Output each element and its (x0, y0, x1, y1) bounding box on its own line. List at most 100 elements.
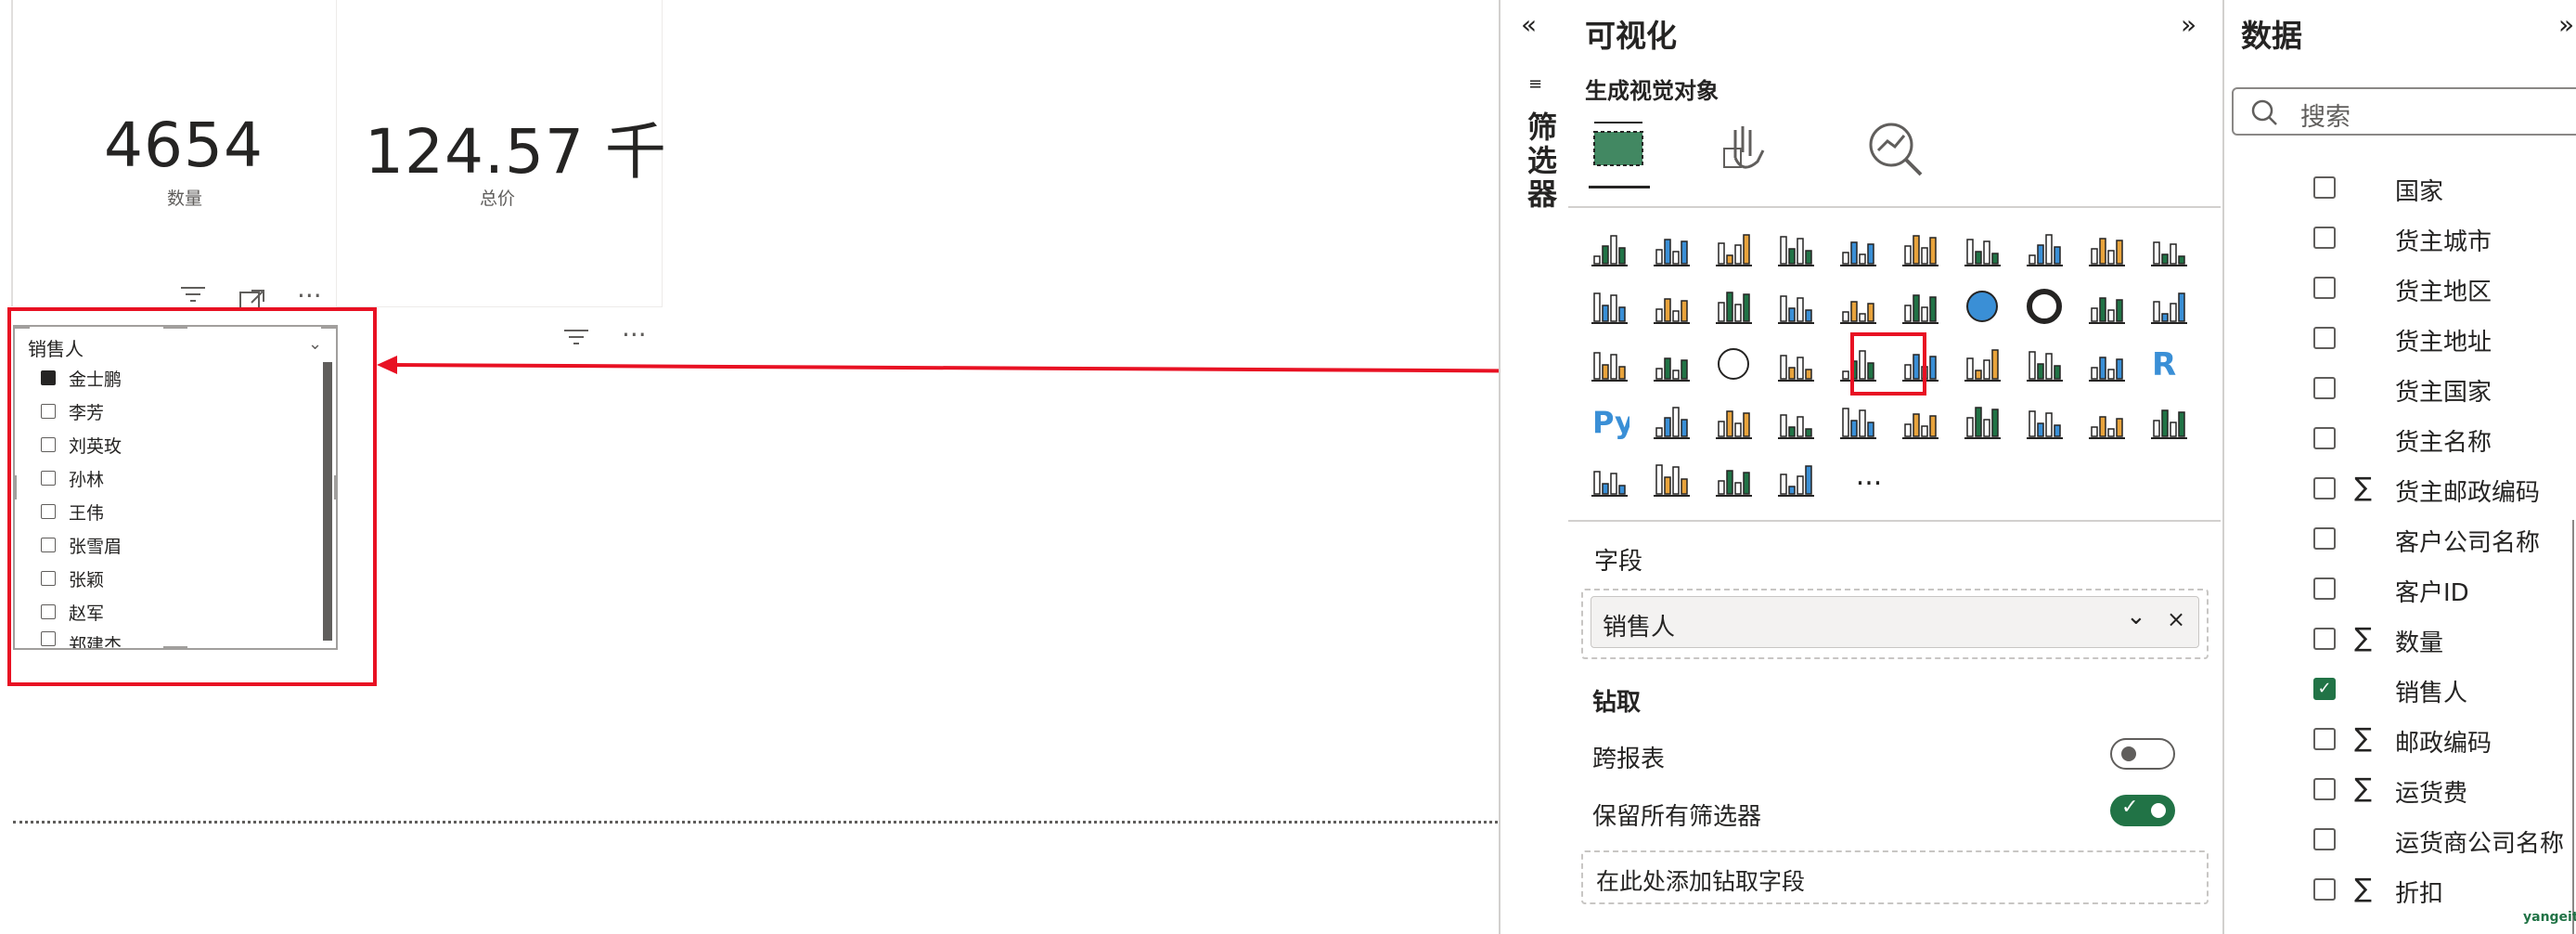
line-chart-icon[interactable] (1962, 228, 2003, 269)
format-visual-tab-icon[interactable] (1717, 121, 1772, 176)
field-name[interactable]: 邮政编码 (2395, 724, 2492, 759)
pie-chart-icon[interactable] (1962, 286, 2003, 327)
custom-visual-icon[interactable] (1589, 459, 1629, 499)
python-visual-icon[interactable]: Py (1589, 401, 1634, 442)
double-chevron-right-icon[interactable]: » (2181, 9, 2196, 40)
field-checkbox[interactable] (2313, 628, 2336, 650)
field-checkbox[interactable] (2313, 878, 2336, 901)
stacked-column-icon[interactable] (1651, 228, 1692, 269)
paginated-report-icon[interactable] (1962, 401, 2003, 442)
field-checkbox[interactable]: ✓ (2313, 678, 2336, 700)
field-name[interactable]: 运货费 (2395, 774, 2467, 809)
filters-label[interactable]: 筛选器 (1519, 111, 1562, 212)
clustered-bar-icon[interactable] (1713, 228, 1754, 269)
field-checkbox[interactable] (2313, 577, 2336, 600)
field-checkbox[interactable] (2313, 277, 2336, 299)
treemap-icon[interactable] (2086, 286, 2127, 327)
stacked-bar-icon[interactable] (1589, 228, 1629, 269)
key-influencers-icon[interactable] (1651, 401, 1692, 442)
chevron-down-icon[interactable]: ⌄ (2126, 603, 2146, 630)
field-name[interactable]: 数量 (2395, 624, 2443, 658)
build-visual-tab-icon[interactable] (1589, 119, 1650, 176)
qa-icon[interactable] (1775, 401, 1816, 442)
slicer-icon[interactable] (1962, 344, 2003, 384)
matrix-icon[interactable] (2086, 344, 2127, 384)
custom-visual-icon[interactable] (1651, 459, 1692, 499)
field-pill[interactable]: 销售人 ⌄ × (1591, 596, 2199, 648)
decomposition-tree-icon[interactable] (1713, 401, 1754, 442)
field-checkbox[interactable] (2313, 728, 2336, 750)
donut-chart-icon[interactable] (2024, 286, 2065, 327)
scatter-icon[interactable] (1900, 286, 1940, 327)
line-column-icon[interactable] (1589, 286, 1629, 327)
field-checkbox[interactable] (2313, 327, 2336, 349)
field-checkbox[interactable] (2313, 477, 2336, 499)
svg-text:Py: Py (1592, 405, 1629, 440)
power-automate-icon[interactable] (2086, 401, 2127, 442)
field-name[interactable]: 货主地址 (2395, 323, 2492, 357)
field-name[interactable]: 客户公司名称 (2395, 524, 2540, 558)
field-name[interactable]: 货主国家 (2395, 373, 2492, 408)
field-name[interactable]: 客户ID (2395, 574, 2469, 608)
arrowhead (377, 356, 397, 374)
ribbon-area-icon[interactable] (2148, 228, 2189, 269)
line-clustered-icon[interactable] (1651, 286, 1692, 327)
field-name[interactable]: 折扣 (2395, 875, 2443, 909)
drill-through-well[interactable]: 在此处添加钻取字段 (1581, 850, 2209, 904)
sigma-icon: ∑ (2354, 772, 2372, 803)
keep-all-filters-toggle[interactable]: ✓ (2110, 795, 2175, 826)
custom-visual-icon[interactable] (2148, 401, 2189, 442)
field-checkbox[interactable] (2313, 427, 2336, 449)
gauge-icon[interactable] (1713, 344, 1754, 384)
tab-underline (1589, 186, 1650, 188)
field-checkbox[interactable] (2313, 227, 2336, 249)
field-pill-label: 销售人 (1603, 614, 1676, 642)
fields-well[interactable]: 销售人 ⌄ × (1581, 589, 2209, 659)
map-icon[interactable] (2148, 286, 2189, 327)
build-visual-label: 生成视觉对象 (1585, 78, 1719, 104)
smart-narrative-icon[interactable] (1837, 401, 1878, 442)
field-name[interactable]: 货主地区 (2395, 273, 2492, 307)
filled-map-icon[interactable] (1589, 344, 1629, 384)
table-icon[interactable] (2024, 344, 2065, 384)
r-visual-icon[interactable]: R (2148, 344, 2189, 384)
field-name[interactable]: 货主邮政编码 (2395, 473, 2540, 508)
funnel-icon[interactable] (1837, 286, 1878, 327)
ribbon-chart-icon[interactable] (1713, 286, 1754, 327)
stacked-area-icon[interactable] (2086, 228, 2127, 269)
pane-title: 可视化 (1585, 18, 1677, 54)
search-input[interactable]: 搜索 (2232, 87, 2576, 136)
field-list-scrollbar[interactable] (2572, 520, 2574, 934)
metrics-icon[interactable] (1900, 401, 1940, 442)
field-checkbox[interactable] (2313, 527, 2336, 550)
waterfall-icon[interactable] (1775, 286, 1816, 327)
double-chevron-left-icon[interactable]: « (1521, 9, 1537, 40)
analytics-tab-icon[interactable] (1865, 119, 1925, 178)
double-chevron-right-icon[interactable]: » (2558, 9, 2574, 40)
field-name[interactable]: 货主名称 (2395, 423, 2492, 458)
field-name[interactable]: 销售人 (2395, 674, 2467, 708)
100-column-icon[interactable] (1900, 228, 1940, 269)
field-name[interactable]: 运货商公司名称 (2395, 824, 2564, 859)
remove-field-icon[interactable]: × (2167, 606, 2185, 632)
field-name[interactable]: 国家 (2395, 173, 2443, 207)
filter-icon: ≡ (1528, 74, 1543, 94)
azure-map-icon[interactable] (1651, 344, 1692, 384)
more-visuals-icon[interactable]: ... (1850, 460, 1887, 492)
field-checkbox[interactable] (2313, 377, 2336, 399)
custom-visual-icon[interactable] (1713, 459, 1754, 499)
pane-title: 数据 (2241, 18, 2302, 54)
drill-label: 钻取 (1592, 689, 1642, 717)
card-icon[interactable] (1775, 344, 1816, 384)
field-checkbox[interactable] (2313, 828, 2336, 850)
clustered-column-icon[interactable] (1775, 228, 1816, 269)
filters-pane-collapsed[interactable]: « ≡ 筛选器 (1499, 0, 1570, 934)
custom-visual-icon[interactable] (1775, 459, 1816, 499)
100-bar-icon[interactable] (1837, 228, 1878, 269)
area-chart-icon[interactable] (2024, 228, 2065, 269)
power-apps-icon[interactable] (2024, 401, 2065, 442)
field-checkbox[interactable] (2313, 176, 2336, 199)
cross-report-toggle[interactable] (2110, 738, 2175, 770)
field-checkbox[interactable] (2313, 778, 2336, 800)
field-name[interactable]: 货主城市 (2395, 223, 2492, 257)
